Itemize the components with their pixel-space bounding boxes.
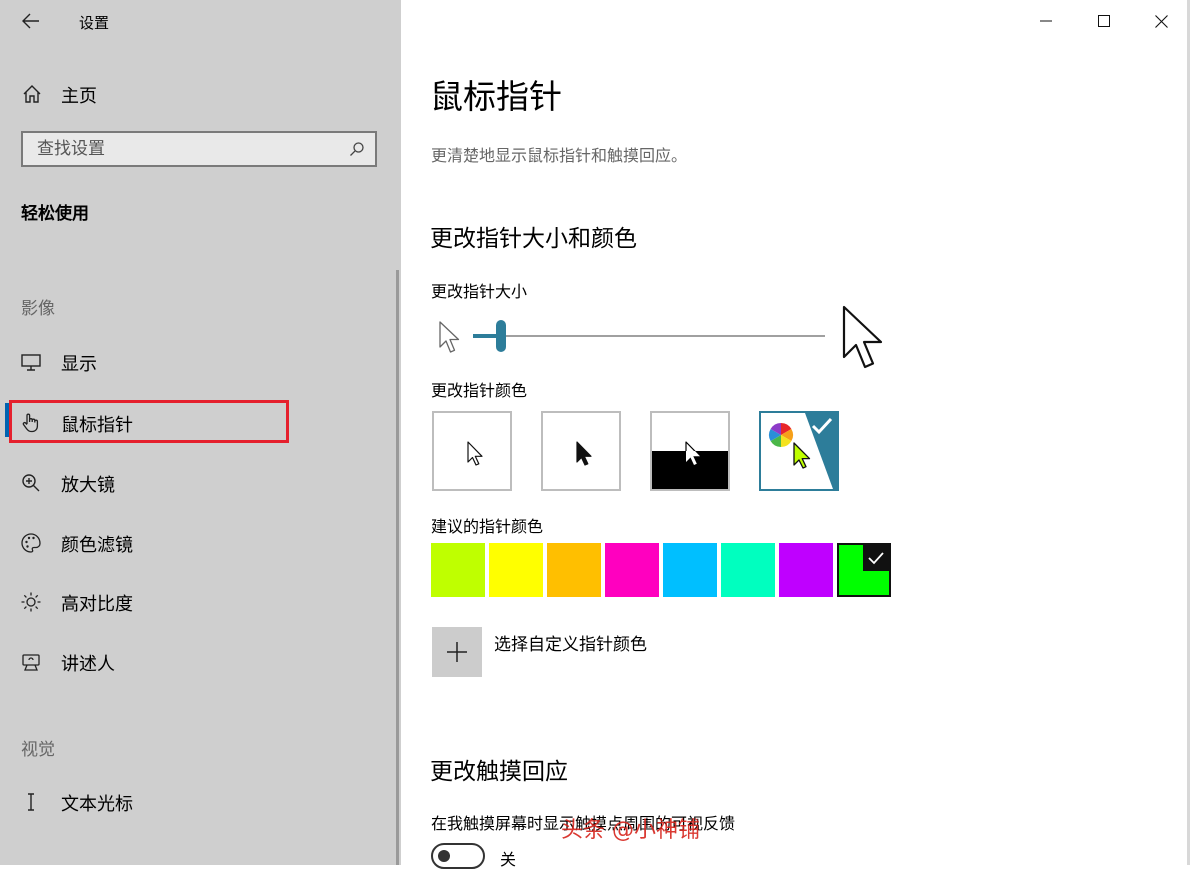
sidebar-item-high-contrast[interactable]: 高对比度 (0, 580, 390, 624)
maximize-button[interactable] (1081, 6, 1127, 36)
sidebar-scrollbar[interactable] (396, 270, 399, 865)
sidebar-item-label: 主页 (61, 86, 97, 107)
home-icon (23, 85, 41, 103)
window-title: 设置 (79, 14, 110, 32)
add-custom-color-button[interactable] (432, 627, 482, 677)
back-button[interactable] (14, 6, 48, 36)
white-pointer-icon (467, 441, 483, 466)
palette-icon (21, 533, 41, 553)
large-pointer-icon (842, 305, 883, 369)
search-box[interactable] (21, 131, 377, 167)
text-cursor-icon (28, 793, 34, 811)
pointer-color-black-option[interactable] (541, 411, 621, 491)
sidebar-item-label: 文本光标 (61, 794, 133, 815)
color-swatch[interactable] (721, 543, 775, 597)
slider-track (473, 335, 825, 337)
close-button[interactable] (1138, 6, 1184, 36)
color-swatch[interactable] (489, 543, 543, 597)
toggle-knob (438, 850, 450, 862)
back-arrow-icon (22, 13, 39, 29)
close-icon (1154, 14, 1168, 28)
sidebar-item-label: 放大镜 (61, 475, 115, 496)
brightness-icon (21, 592, 41, 612)
sidebar-item-color-filters[interactable]: 颜色滤镜 (0, 521, 390, 565)
inverted-pointer-icon (652, 441, 728, 489)
suggested-color-swatches (431, 543, 895, 597)
color-swatch[interactable] (779, 543, 833, 597)
search-input[interactable] (37, 133, 337, 165)
main-content: 鼠标指针 更清楚地显示鼠标指针和触摸回应。 更改指针大小和颜色 更改指针大小 更… (401, 0, 1192, 869)
magnifier-icon (22, 474, 40, 492)
page-description: 更清楚地显示鼠标指针和触摸回应。 (431, 146, 688, 165)
section-heading-touch: 更改触摸回应 (430, 759, 568, 785)
main-scrollbar[interactable] (1187, 0, 1190, 865)
sidebar-item-label: 颜色滤镜 (61, 535, 133, 556)
color-swatch[interactable] (837, 543, 891, 597)
sidebar-item-narrator[interactable]: 讲述人 (0, 640, 390, 684)
color-swatch[interactable] (605, 543, 659, 597)
small-pointer-icon (439, 321, 460, 353)
search-icon[interactable] (349, 141, 365, 157)
sidebar-item-label: 讲述人 (61, 654, 115, 675)
touch-feedback-toggle[interactable] (431, 843, 485, 869)
sidebar-item-home[interactable]: 主页 (0, 74, 380, 112)
pointer-color-label: 更改指针颜色 (431, 381, 528, 400)
color-swatch[interactable] (663, 543, 717, 597)
color-swatch[interactable] (547, 543, 601, 597)
group-label-vision: 影像 (21, 299, 55, 319)
custom-color-pointer-icon (768, 413, 837, 489)
maximize-icon (1098, 15, 1110, 27)
section-title: 轻松使用 (21, 204, 89, 224)
sidebar-item-magnifier[interactable]: 放大镜 (0, 461, 390, 505)
pointer-size-label: 更改指针大小 (431, 282, 528, 301)
sidebar-item-label: 显示 (61, 354, 97, 375)
pointer-color-custom-option[interactable] (759, 411, 839, 491)
minimize-button[interactable] (1023, 6, 1069, 36)
color-wheel-icon (768, 423, 794, 447)
black-pointer-icon (576, 441, 592, 466)
sidebar-item-text-cursor[interactable]: 文本光标 (0, 780, 390, 824)
color-swatch[interactable] (431, 543, 485, 597)
checkmark-icon (863, 545, 889, 571)
toggle-state-label: 关 (500, 850, 517, 869)
watermark: 头条 @小神铺 (561, 818, 700, 843)
narrator-icon (22, 654, 40, 671)
pointer-color-white-option[interactable] (432, 411, 512, 491)
slider-thumb[interactable] (496, 320, 506, 352)
sidebar: 设置 主页 轻松使用 影像 显示 鼠标指针 放大镜 颜色滤镜 高对比度 讲述人 … (0, 0, 401, 865)
pointer-size-slider[interactable] (473, 320, 825, 352)
section-heading-size-color: 更改指针大小和颜色 (430, 226, 637, 252)
sidebar-item-display[interactable]: 显示 (0, 340, 390, 384)
suggested-colors-label: 建议的指针颜色 (431, 517, 544, 536)
monitor-icon (21, 354, 41, 371)
highlight-annotation-box (9, 400, 289, 443)
sidebar-item-label: 高对比度 (61, 594, 133, 615)
plus-icon (447, 642, 467, 662)
minimize-icon (1040, 20, 1052, 22)
page-title: 鼠标指针 (430, 77, 562, 116)
pointer-color-inverted-option[interactable] (650, 411, 730, 491)
custom-color-label[interactable]: 选择自定义指针颜色 (494, 630, 647, 655)
group-label-hearing: 视觉 (21, 740, 55, 760)
